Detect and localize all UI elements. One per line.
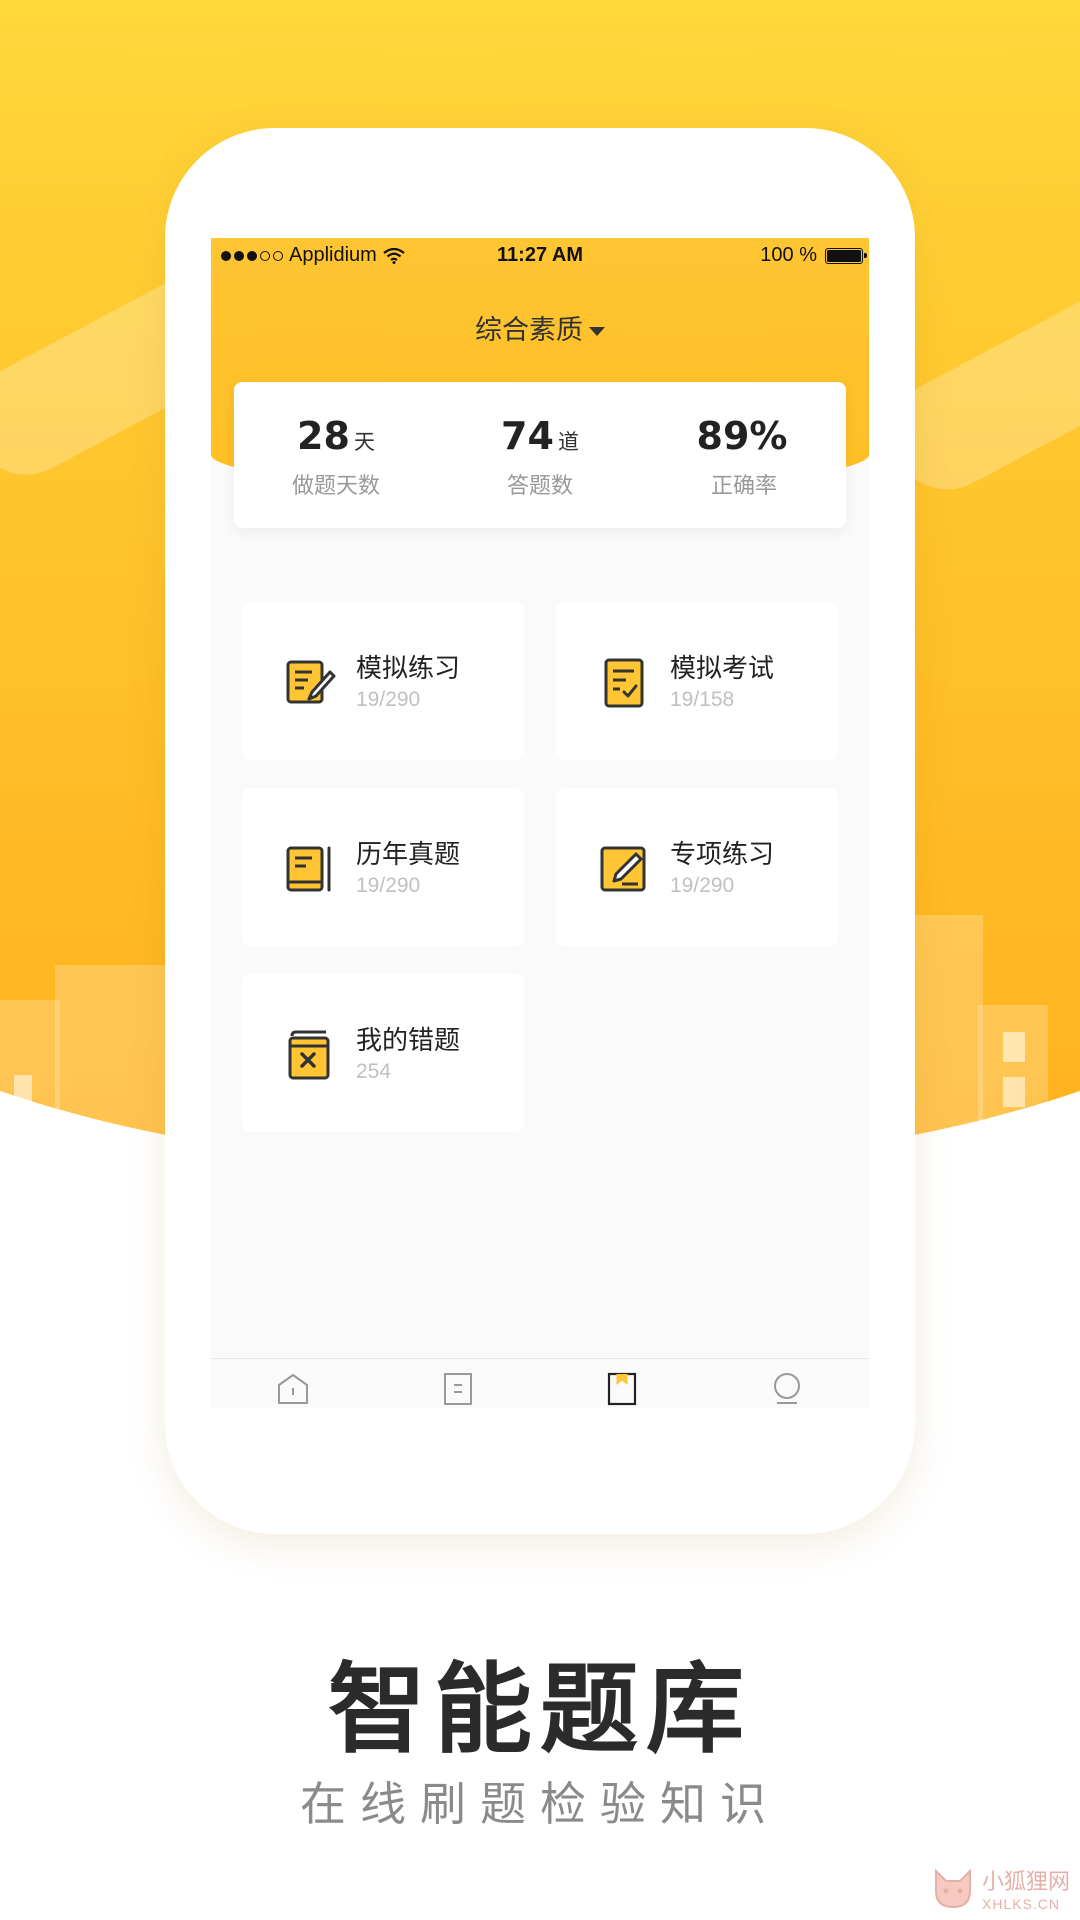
category-label: 综合素质 <box>475 315 583 346</box>
stat-answered-count: 74 道 答题数 <box>438 382 642 528</box>
battery-percent: 100 % <box>760 244 817 266</box>
profile-icon <box>773 1373 800 1404</box>
module-title: 模拟考试 <box>670 654 775 684</box>
module-progress: 19/158 <box>670 688 735 711</box>
edit-list-icon <box>286 660 336 704</box>
caret-down-icon <box>589 327 605 336</box>
app-screen: Applidium 11:27 AM 100 % 综合素质 28 天 做题天数 … <box>211 238 869 1408</box>
book-icon <box>286 846 331 892</box>
promo-page: Applidium 11:27 AM 100 % 综合素质 28 天 做题天数 … <box>0 0 1080 1920</box>
module-progress: 19/290 <box>356 688 421 711</box>
building-window <box>14 1075 32 1127</box>
module-progress: 254 <box>356 1060 392 1083</box>
status-bar: Applidium 11:27 AM 100 % <box>211 238 869 272</box>
stat-label: 做题天数 <box>291 474 380 499</box>
module-mock-practice[interactable]: 模拟练习 19/290 <box>242 602 524 760</box>
watermark-text: 小狐狸网 XHLKS.CN <box>982 1864 1070 1912</box>
exam-check-icon <box>604 658 644 708</box>
category-selector[interactable]: 综合素质 <box>211 308 869 347</box>
study-icon <box>443 1373 472 1405</box>
stat-unit: 道 <box>557 430 579 454</box>
question-bank-icon <box>608 1372 637 1406</box>
stat-value: 74 <box>501 414 554 458</box>
stat-accuracy: 89% 正确率 <box>642 382 846 528</box>
status-right: 100 % <box>760 244 867 267</box>
stat-label: 答题数 <box>506 474 573 499</box>
hero-subtitle: 在线刷题检验知识 <box>300 1777 780 1831</box>
module-progress: 19/290 <box>670 874 735 897</box>
watermark: 小狐狸网 XHLKS.CN <box>930 1864 1070 1912</box>
building-decoration <box>55 965 170 1165</box>
building-window <box>1003 1032 1025 1062</box>
stat-value: 28 <box>297 414 350 458</box>
watermark-name: 小狐狸网 <box>981 1870 1070 1895</box>
module-title: 模拟练习 <box>356 654 461 684</box>
module-wrong-questions[interactable]: 我的错题 254 <box>242 974 524 1132</box>
tab-study[interactable]: 学习 <box>376 1359 541 1408</box>
pencil-square-icon <box>600 846 646 892</box>
phone-mockup: Applidium 11:27 AM 100 % 综合素质 28 天 做题天数 … <box>165 128 915 1534</box>
module-progress: 19/290 <box>356 874 421 897</box>
stat-unit: 天 <box>353 430 375 454</box>
building-window <box>1003 1077 1025 1107</box>
stat-value: 89% <box>696 414 788 458</box>
fox-logo-icon <box>934 1868 971 1909</box>
battery-icon <box>825 247 867 264</box>
watermark-domain: XHLKS.CN <box>981 1896 1061 1912</box>
module-title: 我的错题 <box>356 1026 461 1056</box>
hero-title: 智能题库 <box>327 1653 752 1767</box>
module-title: 历年真题 <box>356 840 461 870</box>
module-title: 专项练习 <box>670 840 775 870</box>
tab-profile[interactable]: 我的 <box>705 1359 870 1408</box>
tab-home[interactable]: 首页 <box>211 1359 376 1408</box>
module-past-papers[interactable]: 历年真题 19/290 <box>242 788 524 946</box>
module-special-practice[interactable]: 专项练习 19/290 <box>556 788 838 946</box>
building-decoration <box>915 915 983 1135</box>
home-icon <box>278 1374 309 1404</box>
stats-card: 28 天 做题天数 74 道 答题数 89% 正确率 <box>234 382 846 528</box>
tab-question-bank[interactable]: 题库 <box>540 1359 705 1408</box>
tab-bar: 首页 学习 题库 <box>211 1358 869 1408</box>
stat-practice-days: 28 天 做题天数 <box>234 382 438 528</box>
module-mock-exam[interactable]: 模拟考试 19/158 <box>556 602 838 760</box>
wrong-book-icon <box>288 1030 330 1080</box>
stat-label: 正确率 <box>710 474 777 499</box>
